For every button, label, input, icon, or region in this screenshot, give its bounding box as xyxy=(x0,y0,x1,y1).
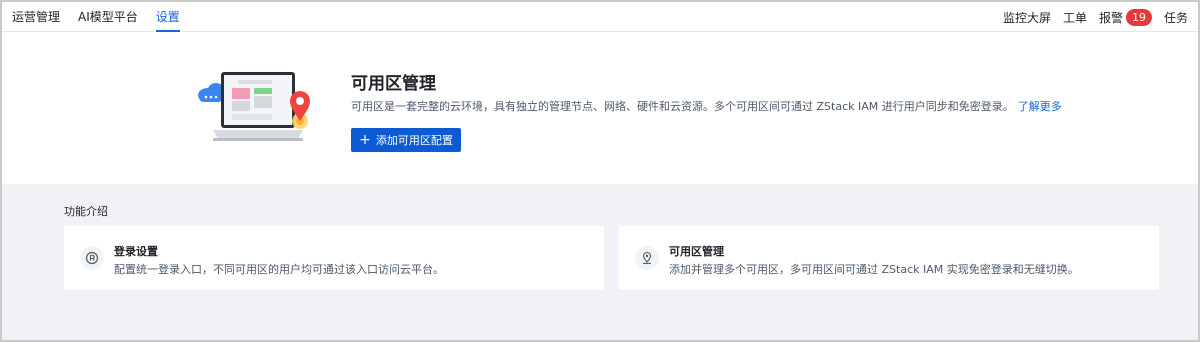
alarm-label: 报警 xyxy=(1098,10,1123,25)
tab-ai-model-platform[interactable]: AI模型平台 xyxy=(78,2,138,32)
nav-actions: 监控大屏 工单 报警 19 任务 xyxy=(1003,2,1188,32)
cloud-icon xyxy=(198,83,224,102)
alarm-link[interactable]: 报警 19 xyxy=(1098,8,1152,26)
description-text: 可用区是一套完整的云环境，具有独立的管理节点、网络、硬件和云资源。多个可用区间可… xyxy=(351,100,1014,113)
card-title: 可用区管理 xyxy=(669,245,724,258)
plus-icon: + xyxy=(359,132,371,148)
feature-card-login-settings[interactable]: 登录设置 配置统一登录入口，不同可用区的用户均可通过该入口访问云平台。 xyxy=(64,226,604,290)
login-setting-icon xyxy=(80,246,104,270)
top-navigation: 运营管理 AI模型平台 设置 监控大屏 工单 报警 19 任务 xyxy=(2,2,1198,32)
task-link[interactable]: 任务 xyxy=(1164,9,1188,26)
ticket-link[interactable]: 工单 xyxy=(1063,9,1087,26)
zone-location-icon xyxy=(635,246,659,270)
features-section: 功能介绍 登录设置 配置统一登录入口，不同可用区的用户均可通过该入口访问云平台。… xyxy=(2,184,1198,340)
nav-tabs: 运营管理 AI模型平台 设置 xyxy=(12,2,180,32)
zone-illustration xyxy=(198,72,310,141)
page-description: 可用区是一套完整的云环境，具有独立的管理节点、网络、硬件和云资源。多个可用区间可… xyxy=(351,98,1062,114)
card-description: 配置统一登录入口，不同可用区的用户均可通过该入口访问云平台。 xyxy=(114,263,444,276)
location-pin-icon xyxy=(290,91,310,129)
app-window: 运营管理 AI模型平台 设置 监控大屏 工单 报警 19 任务 可用区管理 可用… xyxy=(2,2,1198,340)
monitor-screen-link[interactable]: 监控大屏 xyxy=(1003,9,1051,26)
tab-settings[interactable]: 设置 xyxy=(155,2,180,32)
card-description: 添加并管理多个可用区，多可用区间可通过 ZStack IAM 实现免密登录和无缝… xyxy=(669,263,1079,276)
section-title: 功能介绍 xyxy=(64,205,108,218)
alarm-count-badge: 19 xyxy=(1125,8,1152,26)
feature-card-zone-management[interactable]: 可用区管理 添加并管理多个可用区，多可用区间可通过 ZStack IAM 实现免… xyxy=(619,226,1159,290)
learn-more-link[interactable]: 了解更多 xyxy=(1018,100,1062,113)
card-title: 登录设置 xyxy=(114,245,158,258)
tab-operations[interactable]: 运营管理 xyxy=(12,2,60,32)
laptop-icon xyxy=(213,72,303,141)
hero-banner: 可用区管理 可用区是一套完整的云环境，具有独立的管理节点、网络、硬件和云资源。多… xyxy=(2,33,1198,184)
add-zone-config-button[interactable]: + 添加可用区配置 xyxy=(351,128,461,152)
add-button-label: 添加可用区配置 xyxy=(375,134,453,147)
page-title: 可用区管理 xyxy=(351,74,436,94)
